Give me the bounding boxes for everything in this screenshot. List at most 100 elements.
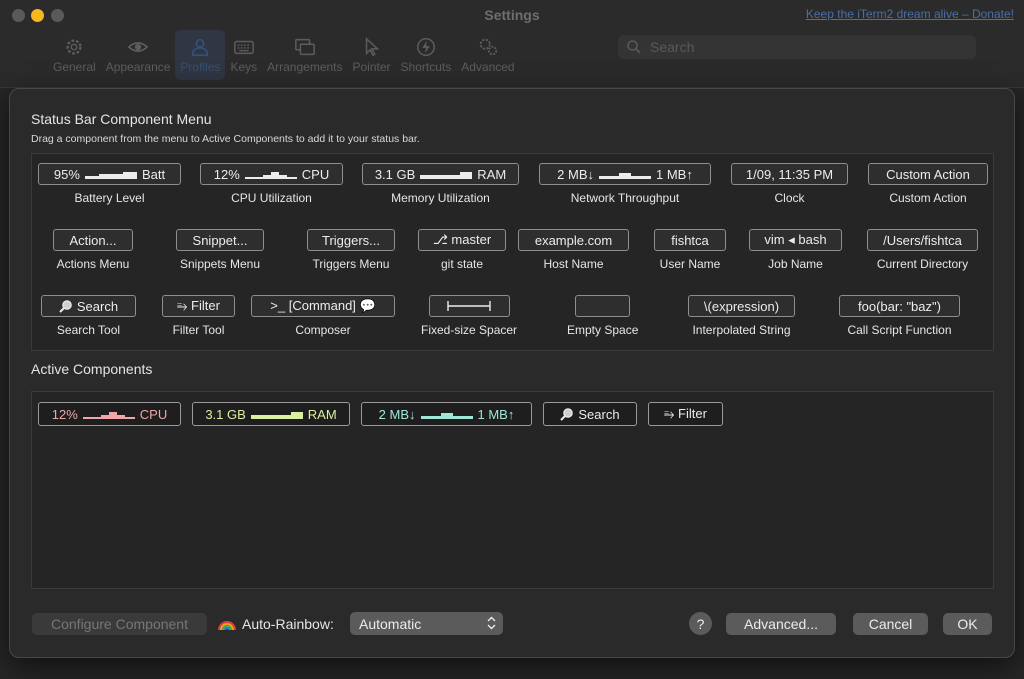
search-input[interactable]: Search bbox=[618, 35, 976, 59]
chip-text: Search bbox=[76, 298, 119, 314]
component-label: Custom Action bbox=[889, 191, 967, 205]
sparkline-icon bbox=[82, 409, 135, 419]
help-button[interactable]: ? bbox=[689, 612, 712, 635]
chip-value: 12% bbox=[51, 406, 78, 422]
component-chip[interactable]: ⥱ Filter bbox=[162, 295, 235, 317]
tab-label: Appearance bbox=[105, 60, 171, 74]
tab-general[interactable]: General bbox=[48, 30, 101, 80]
component-interpolated-string[interactable]: \(expression) Interpolated String bbox=[688, 295, 795, 337]
component-chip[interactable]: Custom Action bbox=[868, 163, 988, 185]
spacer-glyph-icon bbox=[447, 301, 491, 311]
component-composer[interactable]: >_ [Command] 💬 Composer bbox=[251, 295, 395, 337]
component-chip[interactable]: 1/09, 11:35 PM bbox=[731, 163, 848, 185]
tab-label: Shortcuts bbox=[400, 60, 452, 74]
component-chip[interactable] bbox=[575, 295, 631, 317]
component-fixed-size-spacer[interactable]: Fixed-size Spacer bbox=[421, 295, 517, 337]
component-label: Composer bbox=[295, 323, 351, 337]
tab-profiles[interactable]: Profiles bbox=[175, 30, 226, 80]
active-filter-tool[interactable]: ⥱ Filter bbox=[648, 402, 723, 426]
donate-link[interactable]: Keep the iTerm2 dream alive – Donate! bbox=[806, 7, 1014, 21]
component-chip[interactable]: \(expression) bbox=[688, 295, 795, 317]
windows-icon bbox=[292, 36, 318, 58]
component-search-tool[interactable]: Search Search Tool bbox=[41, 295, 136, 337]
component-chip[interactable]: vim ◂ bash bbox=[749, 229, 842, 251]
component-menu-panel: 95% Batt Battery Level 12% CPU CPU Utili… bbox=[31, 153, 994, 351]
component-cpu-utilization[interactable]: 12% CPU CPU Utilization bbox=[200, 163, 343, 205]
tab-label: Advanced bbox=[461, 60, 515, 74]
component-current-directory[interactable]: /Users/fishtca Current Directory bbox=[867, 229, 978, 271]
component-clock[interactable]: 1/09, 11:35 PM Clock bbox=[731, 163, 848, 205]
component-chip[interactable]: 2 MB↓ 1 MB↑ bbox=[539, 163, 711, 185]
auto-rainbow-select[interactable]: Automatic bbox=[350, 612, 503, 635]
component-chip[interactable]: Search bbox=[41, 295, 136, 317]
ok-button[interactable]: OK bbox=[943, 613, 992, 635]
component-triggers-menu[interactable]: Triggers... Triggers Menu bbox=[307, 229, 395, 271]
component-chip[interactable]: example.com bbox=[518, 229, 629, 251]
component-label: CPU Utilization bbox=[231, 191, 312, 205]
tab-shortcuts[interactable]: Shortcuts bbox=[396, 30, 457, 80]
component-chip[interactable]: Action... bbox=[53, 229, 133, 251]
chip-value: 2 MB↓ bbox=[557, 166, 594, 182]
component-chip[interactable]: Triggers... bbox=[307, 229, 395, 251]
tab-label: Pointer bbox=[352, 60, 391, 74]
sparkline-icon bbox=[250, 409, 303, 419]
component-chip[interactable] bbox=[428, 295, 510, 317]
chevron-updown-icon bbox=[487, 616, 496, 630]
component-custom-action[interactable]: Custom Action Custom Action bbox=[868, 163, 988, 205]
tab-arrangements[interactable]: Arrangements bbox=[262, 30, 347, 80]
tab-appearance[interactable]: Appearance bbox=[101, 30, 176, 80]
advanced-button[interactable]: Advanced... bbox=[726, 613, 836, 635]
component-chip[interactable]: Snippet... bbox=[176, 229, 264, 251]
chip-unit: Batt bbox=[141, 166, 166, 182]
active-network-throughput[interactable]: 2 MB↓ 1 MB↑ bbox=[361, 402, 532, 426]
active-memory-utilization[interactable]: 3.1 GB RAM bbox=[192, 402, 350, 426]
component-label: Snippets Menu bbox=[179, 257, 261, 271]
component-chip[interactable]: 12% CPU bbox=[200, 163, 343, 185]
magnifier-icon bbox=[560, 407, 574, 421]
component-call-script-function[interactable]: foo(bar: "baz") Call Script Function bbox=[839, 295, 960, 337]
component-actions-menu[interactable]: Action... Actions Menu bbox=[53, 229, 133, 271]
component-battery-level[interactable]: 95% Batt Battery Level bbox=[38, 163, 181, 205]
cancel-button[interactable]: Cancel bbox=[853, 613, 928, 635]
auto-rainbow-row: Auto-Rainbow: bbox=[218, 613, 334, 635]
component-label: Battery Level bbox=[74, 191, 145, 205]
menu-section-title: Status Bar Component Menu bbox=[31, 111, 212, 127]
component-chip[interactable]: /Users/fishtca bbox=[867, 229, 978, 251]
tab-pointer[interactable]: Pointer bbox=[348, 30, 396, 80]
keyboard-icon bbox=[231, 36, 257, 58]
component-label: Search Tool bbox=[56, 323, 121, 337]
component-label: Fixed-size Spacer bbox=[421, 323, 518, 337]
component-job-name[interactable]: vim ◂ bash Job Name bbox=[749, 229, 842, 271]
component-snippets-menu[interactable]: Snippet... Snippets Menu bbox=[176, 229, 264, 271]
active-cpu-utilization[interactable]: 12% CPU bbox=[38, 402, 181, 426]
chip-value: 2 MB↓ bbox=[378, 406, 416, 422]
configure-component-button[interactable]: Configure Component bbox=[32, 613, 207, 635]
component-label: Triggers Menu bbox=[312, 257, 390, 271]
component-chip[interactable]: fishtca bbox=[654, 229, 726, 251]
component-chip[interactable]: foo(bar: "baz") bbox=[839, 295, 960, 317]
preferences-toolbar: General Appearance Profiles Keys Arrange… bbox=[48, 30, 520, 82]
tab-label: Profiles bbox=[180, 60, 221, 74]
pointer-icon bbox=[359, 36, 385, 58]
chip-value: 12% bbox=[213, 166, 240, 182]
component-chip[interactable]: >_ [Command] 💬 bbox=[251, 295, 395, 317]
tab-keys[interactable]: Keys bbox=[225, 30, 262, 80]
component-memory-utilization[interactable]: 3.1 GB RAM Memory Utilization bbox=[362, 163, 519, 205]
component-chip[interactable]: 95% Batt bbox=[38, 163, 181, 185]
tab-advanced[interactable]: Advanced bbox=[456, 30, 519, 80]
component-host-name[interactable]: example.com Host Name bbox=[518, 229, 629, 271]
component-user-name[interactable]: fishtca User Name bbox=[654, 229, 726, 271]
component-empty-space[interactable]: Empty Space bbox=[567, 295, 638, 337]
component-chip[interactable]: 3.1 GB RAM bbox=[362, 163, 519, 185]
component-filter-tool[interactable]: ⥱ Filter Filter Tool bbox=[162, 295, 235, 337]
component-network-throughput[interactable]: 2 MB↓ 1 MB↑ Network Throughput bbox=[539, 163, 711, 205]
component-label: Filter Tool bbox=[172, 323, 225, 337]
active-components-panel[interactable]: 12% CPU 3.1 GB RAM 2 MB↓ 1 MB↑ Search ⥱ … bbox=[31, 391, 994, 589]
search-placeholder: Search bbox=[650, 39, 695, 55]
component-label: Memory Utilization bbox=[391, 191, 490, 205]
component-git-state[interactable]: ⎇ master git state bbox=[418, 229, 506, 271]
component-chip[interactable]: ⎇ master bbox=[418, 229, 506, 251]
chip-text: ⥱ Filter bbox=[664, 406, 707, 421]
active-search-tool[interactable]: Search bbox=[543, 402, 637, 426]
component-label: git state bbox=[440, 257, 484, 271]
